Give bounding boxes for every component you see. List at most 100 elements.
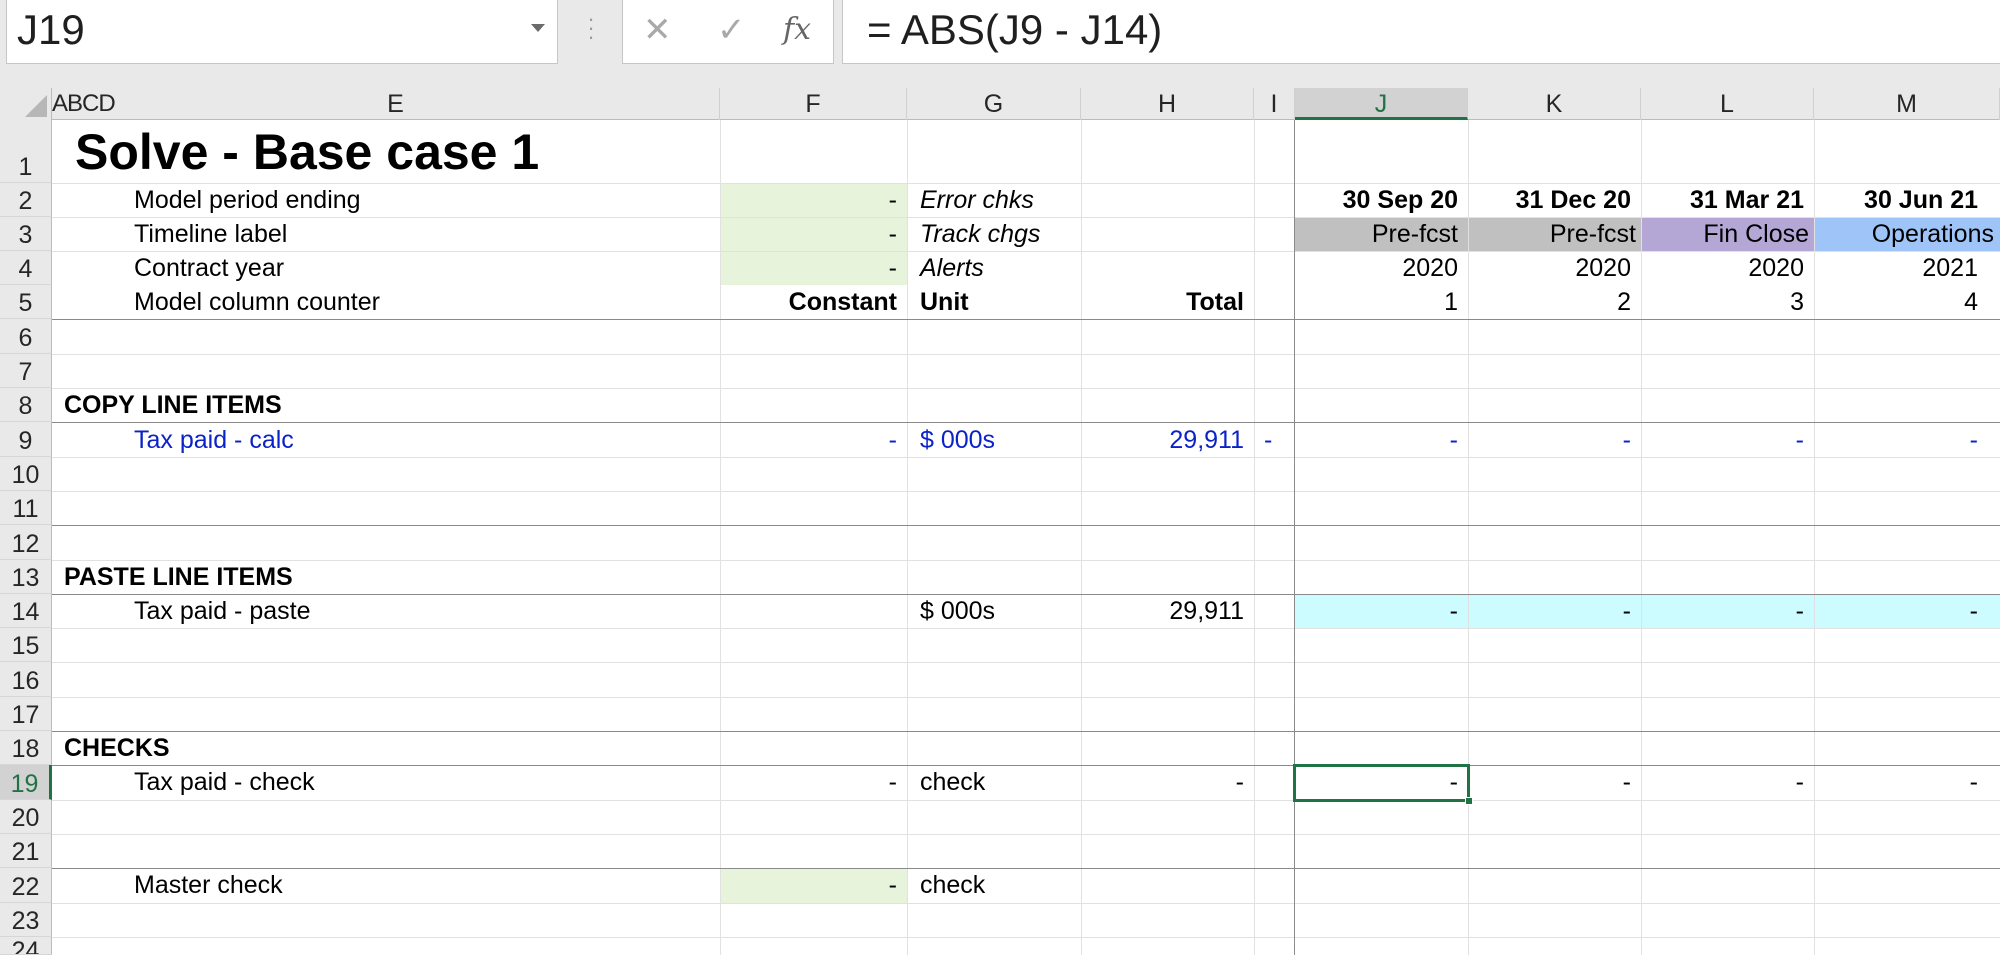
cell-m9[interactable]: - bbox=[1814, 423, 1978, 457]
cell-l9[interactable]: - bbox=[1641, 423, 1804, 457]
chevron-down-icon[interactable] bbox=[531, 24, 545, 32]
row-header-14[interactable]: 14 bbox=[0, 594, 52, 628]
column-header-j[interactable]: J bbox=[1295, 88, 1468, 120]
cell-f3[interactable]: - bbox=[720, 217, 897, 251]
cell-m14[interactable]: - bbox=[1814, 594, 1978, 628]
cell-j14[interactable]: - bbox=[1295, 594, 1458, 628]
row-number: 12 bbox=[11, 530, 40, 558]
name-box[interactable]: J19 bbox=[6, 0, 558, 64]
column-header-m[interactable]: M bbox=[1814, 88, 2000, 120]
enter-icon[interactable]: ✓ bbox=[717, 10, 746, 50]
formula-buttons: ✕ ✓ fx bbox=[622, 0, 834, 64]
cell-l14[interactable]: - bbox=[1641, 594, 1804, 628]
row-header-22[interactable]: 22 bbox=[0, 868, 52, 903]
row-header-17[interactable]: 17 bbox=[0, 697, 52, 731]
row-header-5[interactable]: 5 bbox=[0, 285, 52, 319]
timeline-counter-j: 1 bbox=[1444, 288, 1458, 316]
drag-handle-icon[interactable]: · · · bbox=[583, 8, 599, 48]
cell-h9[interactable]: 29,911 bbox=[1081, 423, 1244, 457]
cancel-icon[interactable]: ✕ bbox=[643, 10, 672, 50]
cell-area[interactable]: Solve - Base case 1 Model period ending … bbox=[52, 120, 2000, 955]
timeline-year-k: 2020 bbox=[1575, 254, 1631, 282]
row-header-12[interactable]: 12 bbox=[0, 525, 52, 560]
cell-g9[interactable]: $ 000s bbox=[920, 423, 995, 457]
insert-function-icon[interactable]: fx bbox=[783, 12, 811, 47]
row-header-3[interactable]: 3 bbox=[0, 217, 52, 251]
row-number: 10 bbox=[11, 461, 40, 489]
row-number: 7 bbox=[18, 358, 33, 386]
row-header-9[interactable]: 9 bbox=[0, 422, 52, 457]
row-header-11[interactable]: 11 bbox=[0, 491, 52, 525]
row-header-8[interactable]: 8 bbox=[0, 388, 52, 422]
cell-g22[interactable]: check bbox=[920, 868, 985, 902]
row-number: 1 bbox=[18, 153, 33, 181]
row-header-10[interactable]: 10 bbox=[0, 457, 52, 491]
header-constant: Constant bbox=[788, 288, 897, 316]
column-header-h[interactable]: H bbox=[1081, 88, 1254, 120]
cell-l19[interactable]: - bbox=[1641, 765, 1804, 799]
row-number: 20 bbox=[11, 804, 40, 832]
column-header-e[interactable]: E bbox=[72, 88, 720, 120]
select-all-icon bbox=[25, 95, 47, 117]
active-cell-selection[interactable] bbox=[1293, 764, 1470, 802]
row-header-19[interactable]: 19 bbox=[0, 765, 52, 800]
cell-h14[interactable]: 29,911 bbox=[1081, 594, 1244, 628]
cell-j9[interactable]: - bbox=[1295, 423, 1458, 457]
formula-text: = ABS(J9 - J14) bbox=[867, 6, 1163, 53]
row-header-6[interactable]: 6 bbox=[0, 319, 52, 354]
row-header-16[interactable]: 16 bbox=[0, 662, 52, 697]
row-number: 16 bbox=[11, 667, 40, 695]
row-header-2[interactable]: 2 bbox=[0, 183, 52, 217]
cell-h19[interactable]: - bbox=[1081, 765, 1244, 799]
label-model-column-counter: Model column counter bbox=[134, 288, 380, 316]
cell-g19[interactable]: check bbox=[920, 765, 985, 799]
timeline-year-j: 2020 bbox=[1402, 254, 1458, 282]
label-error-chks: Error chks bbox=[920, 186, 1034, 214]
row-number: 6 bbox=[18, 324, 33, 352]
select-all-button[interactable] bbox=[0, 88, 52, 120]
timeline-counter-l: 3 bbox=[1790, 288, 1804, 316]
cell-k9[interactable]: - bbox=[1468, 423, 1631, 457]
row-header-15[interactable]: 15 bbox=[0, 628, 52, 662]
column-header-abcd[interactable]: ABCD bbox=[52, 88, 116, 120]
row-header-7[interactable]: 7 bbox=[0, 354, 52, 388]
row-header-18[interactable]: 18 bbox=[0, 731, 52, 765]
timeline-counter-k: 2 bbox=[1617, 288, 1631, 316]
row-header-13[interactable]: 13 bbox=[0, 560, 52, 594]
gridline bbox=[52, 628, 2000, 629]
row-header-21[interactable]: 21 bbox=[0, 834, 52, 868]
row-number: 13 bbox=[11, 564, 40, 592]
row-number: 8 bbox=[18, 392, 33, 420]
cell-i9[interactable]: - bbox=[1264, 423, 1272, 457]
row-number: 24 bbox=[11, 937, 40, 955]
row-number: 5 bbox=[18, 289, 33, 317]
row-number: 14 bbox=[11, 598, 40, 626]
cell-f9[interactable]: - bbox=[720, 423, 897, 457]
formula-input[interactable]: = ABS(J9 - J14) bbox=[842, 0, 2000, 64]
row-header-4[interactable]: 4 bbox=[0, 251, 52, 285]
cell-m19[interactable]: - bbox=[1814, 765, 1978, 799]
worksheet-grid: ABCD E F G H I J K L M 1 2 3 4 5 6 7 8 9… bbox=[0, 88, 2000, 955]
row-header-1[interactable]: 1 bbox=[0, 120, 52, 183]
cell-f19[interactable]: - bbox=[720, 765, 897, 799]
cell-f2[interactable]: - bbox=[720, 183, 897, 217]
fill-handle[interactable] bbox=[1465, 797, 1473, 805]
column-header-l[interactable]: L bbox=[1641, 88, 1814, 120]
cell-k19[interactable]: - bbox=[1468, 765, 1631, 799]
column-header-g[interactable]: G bbox=[907, 88, 1081, 120]
timeline-counter-m: 4 bbox=[1964, 288, 1978, 316]
column-header-k[interactable]: K bbox=[1468, 88, 1641, 120]
cell-f22[interactable]: - bbox=[720, 868, 897, 902]
cell-k14[interactable]: - bbox=[1468, 594, 1631, 628]
gridline bbox=[52, 457, 2000, 458]
cell-f4[interactable]: - bbox=[720, 251, 897, 285]
column-header-f[interactable]: F bbox=[720, 88, 907, 120]
row-header-20[interactable]: 20 bbox=[0, 800, 52, 834]
row-header-23[interactable]: 23 bbox=[0, 903, 52, 937]
gridline bbox=[52, 834, 2000, 835]
row-header-24[interactable]: 24 bbox=[0, 937, 52, 955]
column-header-i[interactable]: I bbox=[1254, 88, 1295, 120]
gridline bbox=[52, 937, 2000, 938]
section-paste-line-items: PASTE LINE ITEMS bbox=[64, 563, 293, 591]
cell-g14[interactable]: $ 000s bbox=[920, 594, 995, 628]
